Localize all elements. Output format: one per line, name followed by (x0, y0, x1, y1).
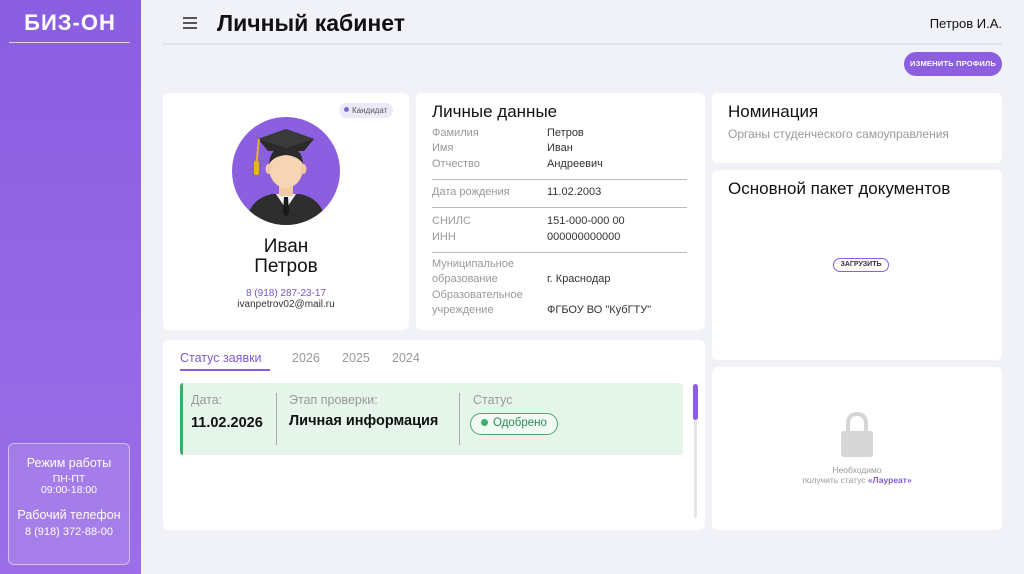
work-phone: 8 (918) 372-88-00 (24, 526, 114, 538)
personal-data-title: Личные данные (432, 102, 558, 121)
date-label: Дата: (191, 393, 223, 407)
schedule-title: Режим работы (26, 456, 112, 470)
locked-message: Необходимо получить статус «Лауреат» (802, 465, 912, 485)
edu-label: Образовательное учреждение (432, 289, 523, 316)
edu-value: ФГБОУ ВО "КубГТУ" (547, 304, 652, 316)
user-name[interactable]: Петров И.А. (930, 16, 1002, 31)
status-dot-icon (481, 419, 488, 426)
contact-card: Режим работы ПН-ПТ 09:00-18:00 Рабочий т… (8, 443, 130, 565)
name-value: Иван (547, 142, 573, 154)
stage-label: Этап проверки: (289, 393, 378, 407)
divider (432, 179, 687, 180)
tab-status[interactable]: Статус заявки (180, 351, 262, 365)
logo-divider (9, 42, 130, 43)
inn-value: 000000000000 (547, 231, 621, 243)
profile-card: Кандидат Иван Петров 8 (918) 287-23-17 i… (163, 93, 409, 330)
date-value: 11.02.2026 (191, 415, 263, 431)
nomination-value: Органы студенческого самоуправления (728, 127, 949, 141)
profile-email[interactable]: ivanpetrov02@mail.ru (163, 299, 409, 310)
phone-title: Рабочий телефон (17, 508, 121, 522)
sidebar: БИЗ-ОН Режим работы ПН-ПТ 09:00-18:00 Ра… (0, 0, 141, 574)
laureate-status: «Лауреат» (867, 475, 912, 485)
nomination-title: Номинация (728, 102, 819, 121)
divider (432, 207, 687, 208)
lock-icon (841, 411, 873, 457)
locked-card: Необходимо получить статус «Лауреат» (712, 367, 1002, 530)
page-title: Личный кабинет (217, 10, 405, 36)
approved-status-badge: Одобрено (470, 413, 558, 435)
active-tab-indicator (180, 369, 270, 371)
scrollbar-thumb[interactable] (693, 384, 698, 420)
inn-label: ИНН (432, 231, 456, 243)
patronymic-value: Андреевич (547, 158, 603, 170)
application-status-panel: Статус заявки 2026 2025 2024 Дата: 11.02… (163, 340, 705, 530)
profile-last-name: Петров (254, 256, 318, 277)
snils-value: 151-000-000 00 (547, 215, 625, 227)
schedule-hours: 09:00-18:00 (40, 484, 98, 496)
name-label: Имя (432, 142, 454, 154)
municipal-label: Муниципальное образование (432, 258, 514, 285)
badge-dot-icon (344, 107, 349, 112)
snils-label: СНИЛС (432, 215, 471, 227)
tab-2026[interactable]: 2026 (292, 351, 320, 365)
header-divider (163, 43, 1002, 45)
status-value: Одобрено (493, 417, 547, 429)
menu-icon[interactable] (183, 17, 197, 31)
status-badge: Кандидат (339, 103, 394, 118)
avatar (232, 117, 340, 225)
logo[interactable]: БИЗ-ОН (10, 10, 130, 36)
patronymic-label: Отчество (432, 158, 480, 170)
surname-value: Петров (547, 127, 584, 139)
status-label: Статус (473, 393, 513, 407)
profile-phone[interactable]: 8 (918) 287-23-17 (163, 288, 409, 299)
birth-value: 11.02.2003 (547, 186, 602, 198)
application-row[interactable]: Дата: 11.02.2026 Этап проверки: Личная и… (180, 383, 683, 455)
divider (459, 393, 460, 445)
documents-title: Основной пакет документов (728, 179, 951, 198)
birth-label: Дата рождения (432, 186, 510, 198)
profile-first-name: Иван (263, 236, 309, 257)
edit-profile-button[interactable]: ИЗМЕНИТЬ ПРОФИЛЬ (904, 52, 1002, 76)
municipal-value: г. Краснодар (547, 273, 611, 285)
divider (276, 393, 277, 445)
personal-data-card: Личные данные Фамилия Петров Имя Иван От… (416, 93, 705, 330)
surname-label: Фамилия (432, 127, 479, 139)
documents-card: Основной пакет документов ЗАГРУЗИТЬ (712, 170, 1002, 360)
tab-2024[interactable]: 2024 (392, 351, 420, 365)
tab-2025[interactable]: 2025 (342, 351, 370, 365)
upload-button[interactable]: ЗАГРУЗИТЬ (833, 258, 889, 272)
badge-label: Кандидат (352, 106, 388, 115)
nomination-card: Номинация Органы студенческого самоуправ… (712, 93, 1002, 163)
divider (432, 252, 687, 253)
stage-value: Личная информация (289, 413, 439, 429)
